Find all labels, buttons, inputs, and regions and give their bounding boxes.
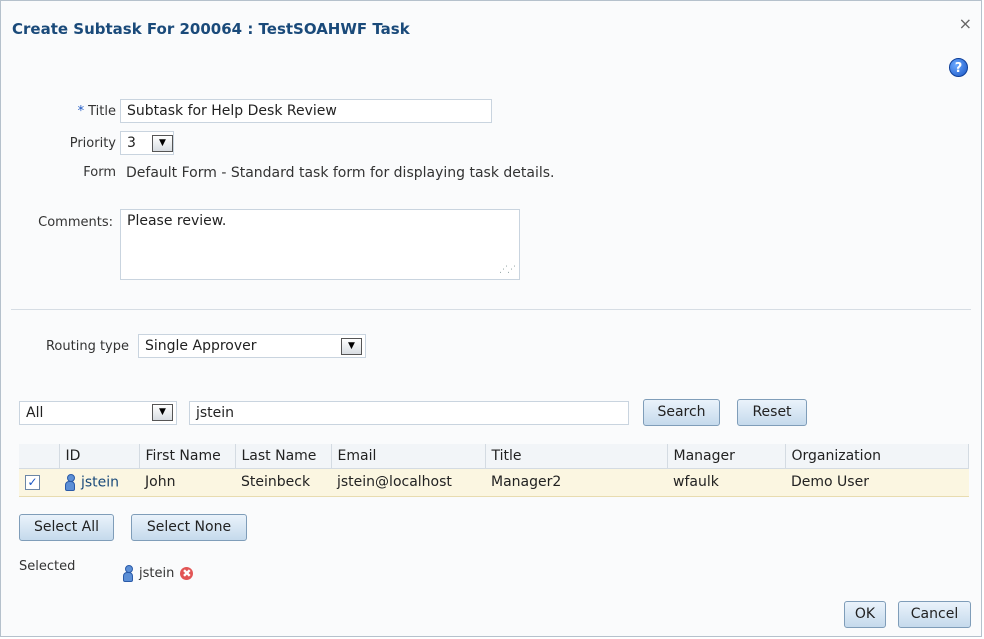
manager-cell: wfaulk — [667, 467, 785, 497]
search-input[interactable]: jstein — [189, 401, 629, 425]
row-select-cell: ✓ — [19, 467, 59, 497]
routing-type-value: Single Approver — [145, 338, 257, 354]
comments-label: Comments: — [38, 215, 113, 230]
create-subtask-dialog: Create Subtask For 200064 : TestSOAHWF T… — [0, 0, 982, 637]
title-input[interactable]: Subtask for Help Desk Review — [120, 99, 492, 123]
organization-column-header[interactable]: Organization — [785, 444, 969, 469]
person-icon — [65, 473, 75, 491]
close-icon[interactable]: × — [959, 14, 972, 33]
selected-user-chip: jstein ✖ — [123, 565, 194, 582]
cancel-button[interactable]: Cancel — [898, 601, 971, 628]
first-name-cell: John — [139, 467, 235, 497]
select-all-button[interactable]: Select All — [19, 514, 114, 541]
priority-value: 3 — [127, 135, 136, 151]
routing-type-label: Routing type — [45, 339, 129, 354]
first-name-column-header[interactable]: First Name — [139, 444, 236, 469]
ok-button[interactable]: OK — [844, 601, 886, 628]
separator — [11, 309, 971, 310]
priority-label: Priority — [69, 136, 116, 151]
dialog-titlebar: Create Subtask For 200064 : TestSOAHWF T… — [1, 1, 981, 53]
reset-button[interactable]: Reset — [737, 399, 807, 426]
manager-column-header[interactable]: Manager — [667, 444, 786, 469]
id-column-header[interactable]: ID — [59, 444, 140, 469]
user-id-link[interactable]: jstein — [81, 474, 119, 490]
title-column-header[interactable]: Title — [485, 444, 668, 469]
select-none-button[interactable]: Select None — [131, 514, 247, 541]
selected-label: Selected — [19, 559, 76, 574]
form-label: Form — [83, 165, 116, 180]
comments-value: Please review. — [127, 213, 227, 229]
search-button[interactable]: Search — [643, 399, 720, 426]
organization-cell: Demo User — [785, 467, 969, 497]
last-name-column-header[interactable]: Last Name — [235, 444, 332, 469]
required-marker: * — [77, 104, 85, 119]
chevron-down-icon[interactable]: ▼ — [152, 404, 173, 421]
last-name-cell: Steinbeck — [235, 467, 331, 497]
help-icon[interactable]: ? — [949, 58, 968, 77]
resize-grip-icon[interactable]: ⋰⋰ — [499, 265, 516, 275]
user-results-table: ID First Name Last Name Email Title Mana… — [19, 444, 969, 497]
routing-type-select[interactable]: Single Approver — [138, 334, 366, 358]
title-label: * Title — [31, 104, 116, 119]
selected-user-name: jstein — [139, 566, 175, 581]
table-row[interactable]: ✓ jstein John Steinbeck jstein@localhost… — [19, 467, 969, 497]
dialog-title: Create Subtask For 200064 : TestSOAHWF T… — [12, 20, 410, 38]
chevron-down-icon[interactable]: ▼ — [152, 135, 173, 152]
form-value: Default Form - Standard task form for di… — [126, 165, 555, 181]
email-column-header[interactable]: Email — [331, 444, 486, 469]
remove-icon[interactable]: ✖ — [180, 567, 194, 580]
person-icon — [123, 565, 133, 582]
title-label-text: Title — [88, 104, 116, 119]
title-cell: Manager2 — [485, 467, 667, 497]
comments-textarea[interactable]: Please review. ⋰⋰ — [120, 209, 520, 280]
select-column-header — [19, 444, 60, 469]
filter-value: All — [26, 405, 44, 421]
email-cell: jstein@localhost — [331, 467, 485, 497]
id-cell: jstein — [59, 467, 139, 497]
row-checkbox[interactable]: ✓ — [25, 474, 40, 490]
chevron-down-icon[interactable]: ▼ — [341, 338, 362, 355]
table-header-row: ID First Name Last Name Email Title Mana… — [19, 444, 969, 469]
